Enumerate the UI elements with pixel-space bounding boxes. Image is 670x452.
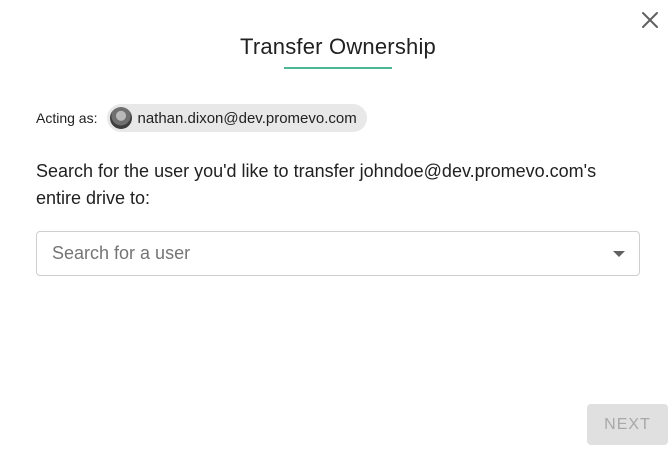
acting-as-label: Acting as: <box>36 110 98 126</box>
close-button[interactable] <box>636 6 664 34</box>
search-prompt: Search for the user you'd like to transf… <box>36 161 597 208</box>
acting-as-row: Acting as: nathan.dixon@dev.promevo.com <box>36 104 367 132</box>
transfer-ownership-dialog: Transfer Ownership Acting as: nathan.dix… <box>0 0 670 452</box>
user-search-select[interactable] <box>36 231 640 276</box>
acting-as-chip: nathan.dixon@dev.promevo.com <box>107 104 367 132</box>
avatar <box>110 107 133 129</box>
search-input[interactable] <box>52 243 605 264</box>
dialog-title: Transfer Ownership <box>240 34 436 59</box>
close-icon <box>642 12 658 28</box>
title-block: Transfer Ownership <box>0 34 670 69</box>
next-button[interactable]: NEXT <box>587 404 668 445</box>
caret-down-icon[interactable] <box>613 250 625 257</box>
acting-as-email: nathan.dixon@dev.promevo.com <box>137 109 357 127</box>
title-underline <box>284 67 392 69</box>
